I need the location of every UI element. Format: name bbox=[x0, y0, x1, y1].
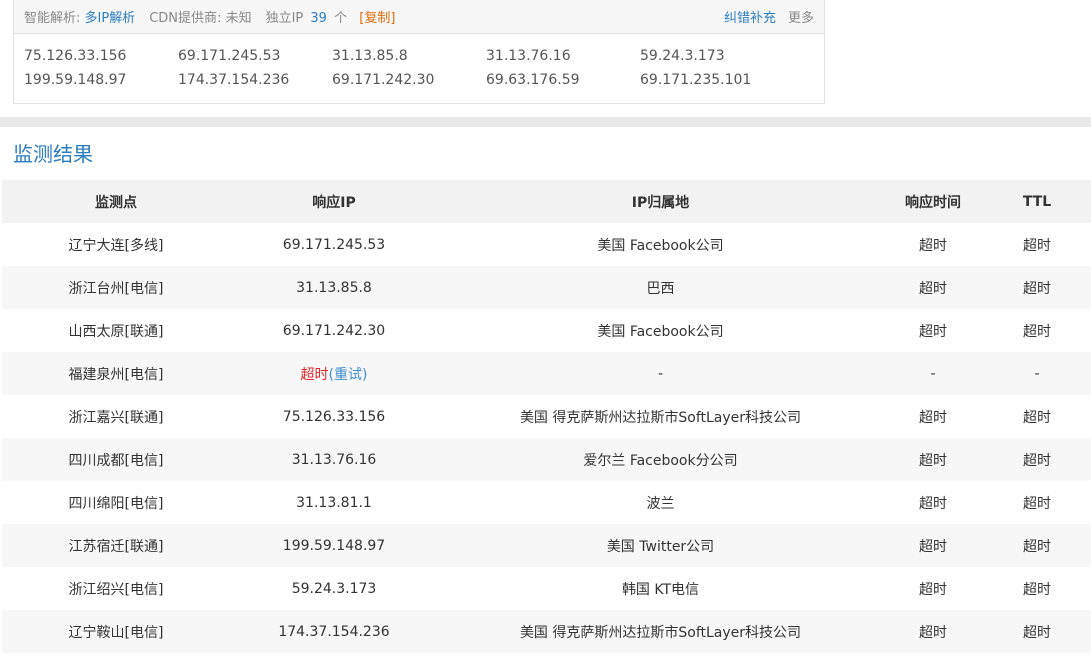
ttl-cell: 超时 bbox=[983, 610, 1091, 653]
ip-list-item: 31.13.85.8 bbox=[332, 48, 408, 64]
ip-cell: 31.13.81.1 bbox=[296, 494, 372, 511]
multi-ip-parse-link[interactable]: 多IP解析 bbox=[85, 11, 136, 26]
ttl-cell: 超时 bbox=[1023, 495, 1051, 512]
ttl-cell: 超时 bbox=[983, 266, 1091, 309]
node-cell: 浙江嘉兴[联通] bbox=[68, 409, 164, 426]
location-cell: 美国 Twitter公司 bbox=[438, 524, 883, 567]
ttl-cell: 超时 bbox=[983, 438, 1091, 481]
ip-list-item: 31.13.76.16 bbox=[486, 48, 571, 64]
time-cell: 超时 bbox=[919, 323, 947, 340]
smart-parse-group: 智能解析: 多IP解析 bbox=[24, 7, 135, 26]
ip-cell: 69.171.242.30 bbox=[282, 322, 386, 339]
unique-ip-label: 独立IP bbox=[265, 11, 304, 26]
table-row: 浙江嘉兴[联通] 75.126.33.156 美国 得克萨斯州达拉斯市SoftL… bbox=[2, 395, 1091, 438]
unique-ip-unit: 个 bbox=[334, 11, 348, 26]
ip-list: 75.126.33.156 69.171.245.53 31.13.85.8 3… bbox=[14, 34, 824, 90]
ip-list-item: 59.24.3.173 bbox=[640, 48, 725, 64]
col-header-time: 响应时间 bbox=[883, 180, 983, 223]
ip-summary-header: 智能解析: 多IP解析 CDN提供商: 未知 独立IP 39 个 [复制] 纠错… bbox=[14, 0, 824, 34]
ttl-cell: 超时 bbox=[983, 524, 1091, 567]
time-cell: 超时 bbox=[919, 409, 947, 426]
results-title: 监测结果 bbox=[13, 142, 93, 166]
table-row: 四川成都[电信] 31.13.76.16 爱尔兰 Facebook分公司 超时 … bbox=[2, 438, 1091, 481]
node-cell: 浙江绍兴[电信] bbox=[68, 581, 164, 598]
table-row: 辽宁大连[多线] 69.171.245.53 美国 Facebook公司 超时 … bbox=[2, 223, 1091, 266]
time-cell: - bbox=[883, 352, 983, 395]
section-divider bbox=[0, 117, 1091, 127]
ip-cell: 174.37.154.236 bbox=[230, 610, 438, 653]
location-cell: 巴西 bbox=[438, 266, 883, 309]
location-cell: 美国 得克萨斯州达拉斯市SoftLayer科技公司 bbox=[519, 409, 802, 426]
ttl-cell: 超时 bbox=[1023, 237, 1051, 254]
node-cell: 辽宁鞍山[电信] bbox=[2, 610, 230, 653]
copy-button[interactable]: [复制] bbox=[359, 11, 395, 26]
ip-cell: 75.126.33.156 bbox=[282, 408, 386, 425]
ttl-cell: 超时 bbox=[1023, 409, 1051, 426]
results-table: 监测点 响应IP IP归属地 响应时间 TTL 辽宁大连[多线] 69.171.… bbox=[2, 180, 1091, 653]
retry-link[interactable]: (重试) bbox=[329, 367, 368, 383]
time-cell: 超时 bbox=[883, 610, 983, 653]
table-row: 江苏宿迁[联通] 199.59.148.97 美国 Twitter公司 超时 超… bbox=[2, 524, 1091, 567]
cdn-label: CDN提供商: bbox=[149, 11, 222, 26]
cdn-provider-group: CDN提供商: 未知 bbox=[149, 7, 251, 26]
ttl-cell: - bbox=[983, 352, 1091, 395]
location-cell: 美国 Facebook公司 bbox=[597, 323, 724, 340]
node-cell: 江苏宿迁[联通] bbox=[2, 524, 230, 567]
location-cell: 美国 Facebook公司 bbox=[597, 237, 724, 254]
ip-cell: 超时(重试) bbox=[230, 352, 438, 395]
node-cell: 辽宁大连[多线] bbox=[68, 237, 164, 254]
col-header-ttl: TTL bbox=[983, 180, 1091, 223]
table-row: 福建泉州[电信] 超时(重试) - - - bbox=[2, 352, 1091, 395]
ip-list-item: 174.37.154.236 bbox=[178, 72, 290, 88]
time-cell: 超时 bbox=[883, 438, 983, 481]
time-cell: 超时 bbox=[919, 581, 947, 598]
table-row: 辽宁鞍山[电信] 174.37.154.236 美国 得克萨斯州达拉斯市Soft… bbox=[2, 610, 1091, 653]
col-header-ip: 响应IP bbox=[230, 180, 438, 223]
location-cell: 波兰 bbox=[646, 495, 675, 512]
time-cell: 超时 bbox=[883, 266, 983, 309]
time-cell: 超时 bbox=[883, 524, 983, 567]
ip-list-item: 199.59.148.97 bbox=[24, 72, 127, 88]
ip-list-item: 69.171.242.30 bbox=[332, 72, 435, 88]
col-header-location: IP归属地 bbox=[438, 180, 883, 223]
table-row: 山西太原[联通] 69.171.242.30 美国 Facebook公司 超时 … bbox=[2, 309, 1091, 352]
location-cell: 韩国 KT电信 bbox=[621, 581, 700, 598]
ip-cell: 31.13.76.16 bbox=[230, 438, 438, 481]
ip-list-item: 75.126.33.156 bbox=[24, 48, 127, 64]
smart-parse-label: 智能解析: bbox=[24, 11, 81, 26]
unique-ip-count: 39 bbox=[310, 11, 327, 26]
cdn-value: 未知 bbox=[225, 11, 252, 26]
ttl-cell: 超时 bbox=[1023, 581, 1051, 598]
more-link[interactable]: 更多 bbox=[788, 7, 814, 26]
node-cell: 浙江台州[电信] bbox=[2, 266, 230, 309]
fix-supplement-link[interactable]: 纠错补充 bbox=[724, 7, 776, 26]
unique-ip-group: 独立IP 39 个 [复制] bbox=[266, 7, 396, 26]
ip-timeout-text: 超时 bbox=[300, 366, 329, 383]
ip-list-item: 69.171.245.53 bbox=[178, 48, 281, 64]
ip-list-item: 69.63.176.59 bbox=[486, 72, 580, 88]
ip-cell: 31.13.85.8 bbox=[230, 266, 438, 309]
ip-cell: 199.59.148.97 bbox=[230, 524, 438, 567]
ip-cell: 59.24.3.173 bbox=[291, 580, 377, 597]
ttl-cell: 超时 bbox=[1023, 323, 1051, 340]
time-cell: 超时 bbox=[919, 495, 947, 512]
node-cell: 四川绵阳[电信] bbox=[68, 495, 164, 512]
time-cell: 超时 bbox=[919, 237, 947, 254]
ip-cell: 69.171.245.53 bbox=[282, 236, 386, 253]
location-cell: 爱尔兰 Facebook分公司 bbox=[438, 438, 883, 481]
node-cell: 福建泉州[电信] bbox=[2, 352, 230, 395]
table-row: 浙江绍兴[电信] 59.24.3.173 韩国 KT电信 超时 超时 bbox=[2, 567, 1091, 610]
table-row: 浙江台州[电信] 31.13.85.8 巴西 超时 超时 bbox=[2, 266, 1091, 309]
ip-list-item: 69.171.235.101 bbox=[640, 72, 752, 88]
table-header-row: 监测点 响应IP IP归属地 响应时间 TTL bbox=[2, 180, 1091, 223]
ip-summary-panel: 智能解析: 多IP解析 CDN提供商: 未知 独立IP 39 个 [复制] 纠错… bbox=[13, 0, 825, 104]
location-cell: - bbox=[438, 352, 883, 395]
location-cell: 美国 得克萨斯州达拉斯市SoftLayer科技公司 bbox=[438, 610, 883, 653]
node-cell: 四川成都[电信] bbox=[2, 438, 230, 481]
table-row: 四川绵阳[电信] 31.13.81.1 波兰 超时 超时 bbox=[2, 481, 1091, 524]
col-header-node: 监测点 bbox=[2, 180, 230, 223]
node-cell: 山西太原[联通] bbox=[68, 323, 164, 340]
